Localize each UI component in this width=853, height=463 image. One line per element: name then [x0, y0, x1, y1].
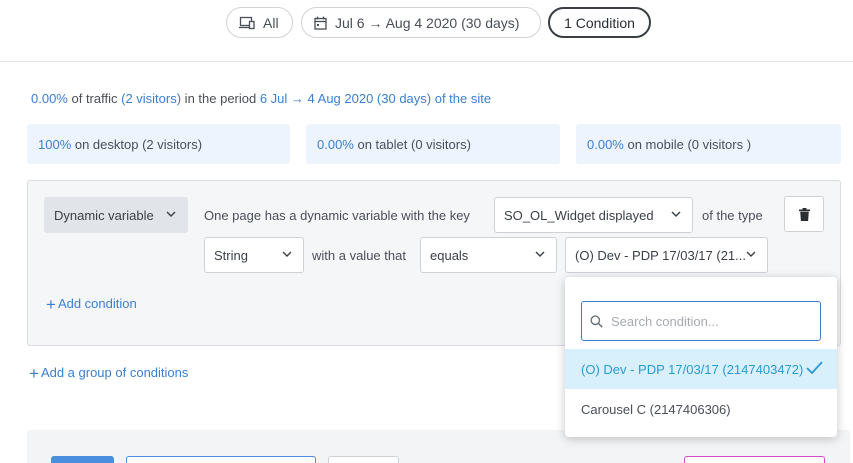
tablet-visitors: (0 visitors) [410, 136, 471, 152]
condition-sentence-1: One page has a dynamic variable with the… [204, 208, 470, 223]
value-type-value: String [214, 247, 248, 263]
condition-sentence-3: with a value that [312, 248, 406, 263]
dropdown-option[interactable]: (O) Dev - PDP 17/03/17 (2147403472) [565, 349, 837, 389]
desktop-label: on desktop [71, 136, 143, 152]
traffic-percent: 0.00% [31, 91, 68, 106]
condition-type-select[interactable]: Dynamic variable [44, 197, 188, 233]
period-filter-button[interactable]: Jul 6 → Aug 4 2020 (30 days) [301, 7, 541, 38]
period-text: in the period [181, 91, 260, 106]
footer-secondary-button[interactable] [126, 456, 316, 463]
value-value: (O) Dev - PDP 17/03/17 (21... [575, 247, 746, 263]
filter-bar: All Jul 6 → Aug 4 2020 (30 days) 1 Condi… [0, 0, 853, 62]
tablet-stat: 0.00% on tablet (0 visitors) [306, 124, 560, 164]
key-value: SO_OL_Widget displayed [504, 207, 654, 223]
mobile-visitors: (0 visitors ) [687, 136, 752, 152]
add-condition-label: Add condition [57, 296, 137, 311]
dropdown-option-label: Carousel C (2147406306) [581, 401, 731, 417]
search-box [581, 301, 821, 341]
dropdown-option[interactable]: Carousel C (2147406306) [565, 389, 837, 429]
key-select[interactable]: SO_OL_Widget displayed [494, 197, 693, 233]
conditions-filter-label: 1 Condition [564, 14, 635, 31]
desktop-percent: 100% [38, 136, 72, 152]
search-icon [590, 314, 603, 328]
traffic-summary: 0.00% of traffic (2 visitors) in the per… [31, 91, 491, 106]
condition-type-value: Dynamic variable [54, 207, 154, 223]
mobile-label: on mobile [623, 136, 688, 152]
dropdown-option-label: (O) Dev - PDP 17/03/17 (2147403472) [581, 361, 804, 377]
add-group-link[interactable]: + Add a group of conditions [29, 364, 188, 384]
period-filter-label: Jul 6 → Aug 4 2020 (30 days) [335, 14, 520, 31]
desktop-visitors: (2 visitors) [142, 136, 203, 152]
traffic-text: of traffic [67, 91, 122, 106]
mobile-percent: 0.00% [587, 136, 624, 152]
period-value: 6 Jul → 4 Aug 2020 (30 days) of the site [259, 91, 492, 106]
search-input[interactable] [611, 313, 811, 329]
operator-select[interactable]: equals [420, 237, 557, 273]
devices-filter-label: All [263, 14, 279, 31]
plus-icon: + [46, 295, 56, 314]
delete-condition-button[interactable] [784, 196, 824, 232]
plus-icon: + [29, 364, 39, 383]
chevron-down-icon [746, 251, 756, 257]
chevron-down-icon [282, 251, 292, 257]
value-select[interactable]: (O) Dev - PDP 17/03/17 (21... [565, 237, 768, 273]
add-group-label: Add a group of conditions [40, 365, 189, 380]
conditions-filter-button[interactable]: 1 Condition [548, 7, 651, 38]
chevron-down-icon [671, 211, 681, 217]
checkmark-icon [806, 361, 823, 374]
traffic-visitors: (2 visitors) [121, 91, 182, 106]
value-dropdown-menu: (O) Dev - PDP 17/03/17 (2147403472) Caro… [565, 277, 837, 437]
chevron-down-icon [535, 251, 545, 257]
devices-filter-button[interactable]: All [226, 7, 293, 38]
value-type-select[interactable]: String [204, 237, 304, 273]
mobile-stat: 0.00% on mobile (0 visitors ) [576, 124, 841, 164]
trash-icon [798, 207, 810, 221]
chevron-down-icon [166, 211, 176, 217]
devices-icon [239, 16, 255, 29]
footer-tertiary-button[interactable] [328, 456, 399, 463]
tablet-percent: 0.00% [317, 136, 354, 152]
condition-sentence-2: of the type [702, 208, 763, 223]
footer-primary-button[interactable] [51, 456, 114, 463]
tablet-label: on tablet [353, 136, 411, 152]
desktop-stat: 100% on desktop (2 visitors) [27, 124, 290, 164]
footer-accent-button[interactable] [684, 456, 825, 463]
operator-value: equals [430, 247, 469, 263]
add-condition-link[interactable]: + Add condition [46, 295, 137, 315]
calendar-icon [314, 16, 327, 30]
